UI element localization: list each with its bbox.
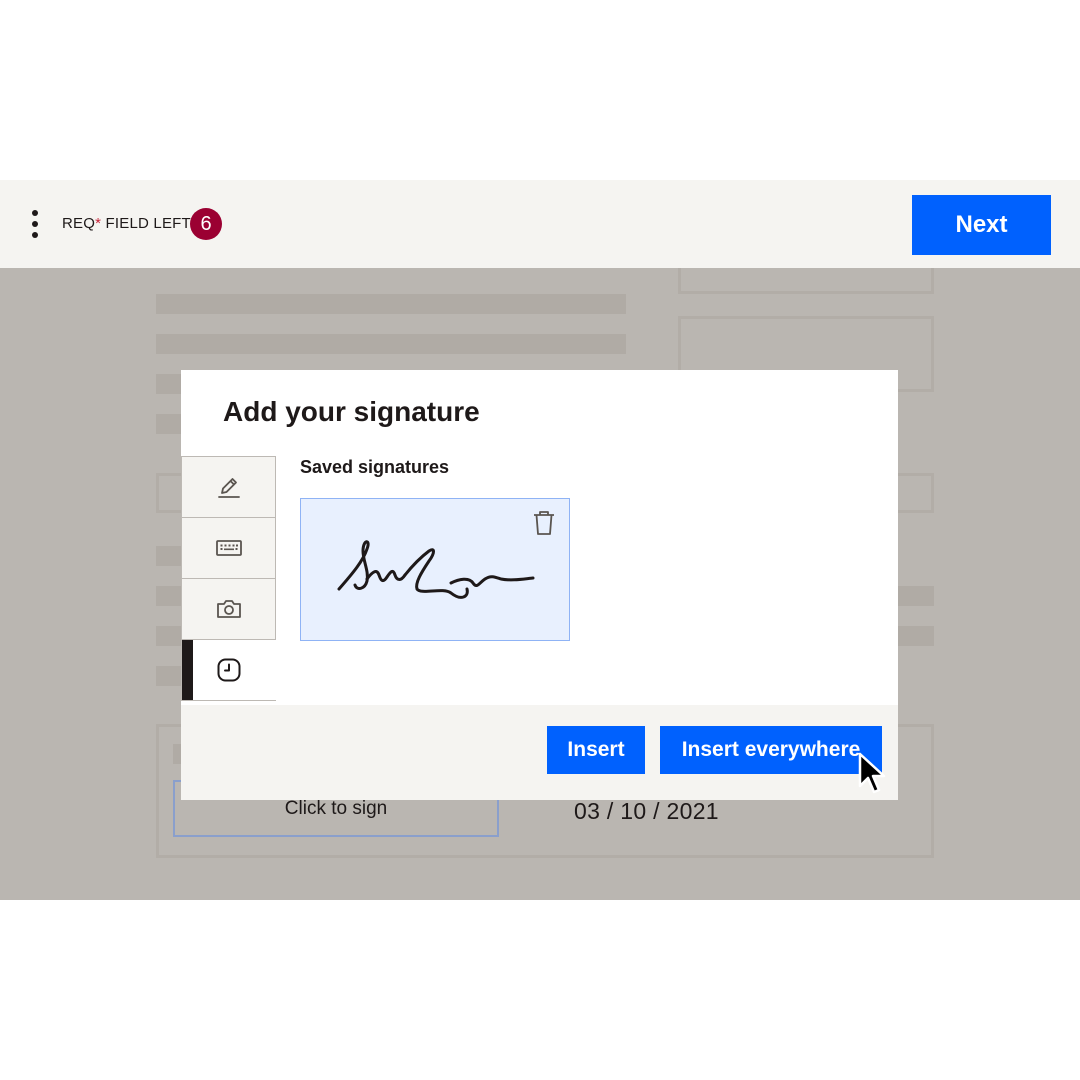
- tab-saved[interactable]: [181, 639, 276, 701]
- top-bar: REQ* FIELD LEFT 6 Next: [0, 180, 1080, 268]
- mouse-cursor-icon: [858, 752, 886, 794]
- form-field-placeholder: [678, 268, 934, 294]
- saved-signature-card[interactable]: [300, 498, 570, 641]
- trash-icon: [534, 511, 554, 535]
- text-placeholder: [898, 626, 934, 646]
- modal-footer: Insert Insert everywhere: [181, 705, 898, 800]
- date-field-value: 03 / 10 / 2021: [574, 798, 719, 824]
- camera-icon: [216, 600, 241, 618]
- text-placeholder: [898, 586, 934, 606]
- insert-everywhere-button[interactable]: Insert everywhere: [660, 726, 882, 774]
- tab-type[interactable]: [181, 517, 276, 579]
- signature-modal: Add your signature Saved signatures Inse…: [181, 370, 898, 800]
- insert-button[interactable]: Insert: [547, 726, 645, 774]
- req-prefix: REQ: [62, 215, 96, 232]
- fields-left-badge: 6: [190, 208, 222, 240]
- tab-draw[interactable]: [181, 456, 276, 518]
- modal-title: Add your signature: [223, 396, 480, 427]
- form-field-placeholder: [896, 473, 934, 513]
- tab-upload[interactable]: [181, 578, 276, 640]
- clock-icon: [217, 658, 241, 682]
- saved-signatures-label: Saved signatures: [300, 457, 450, 477]
- req-suffix: FIELD LEFT: [101, 215, 191, 232]
- required-fields-label: REQ* FIELD LEFT: [62, 215, 191, 232]
- next-button[interactable]: Next: [912, 195, 1051, 255]
- signature-method-tabs: [181, 456, 276, 701]
- keyboard-icon: [215, 540, 242, 556]
- kebab-menu-icon[interactable]: [24, 210, 46, 238]
- text-placeholder: [156, 294, 626, 314]
- pen-icon: [217, 478, 240, 498]
- delete-signature-button[interactable]: [531, 509, 557, 537]
- text-placeholder: [156, 334, 626, 354]
